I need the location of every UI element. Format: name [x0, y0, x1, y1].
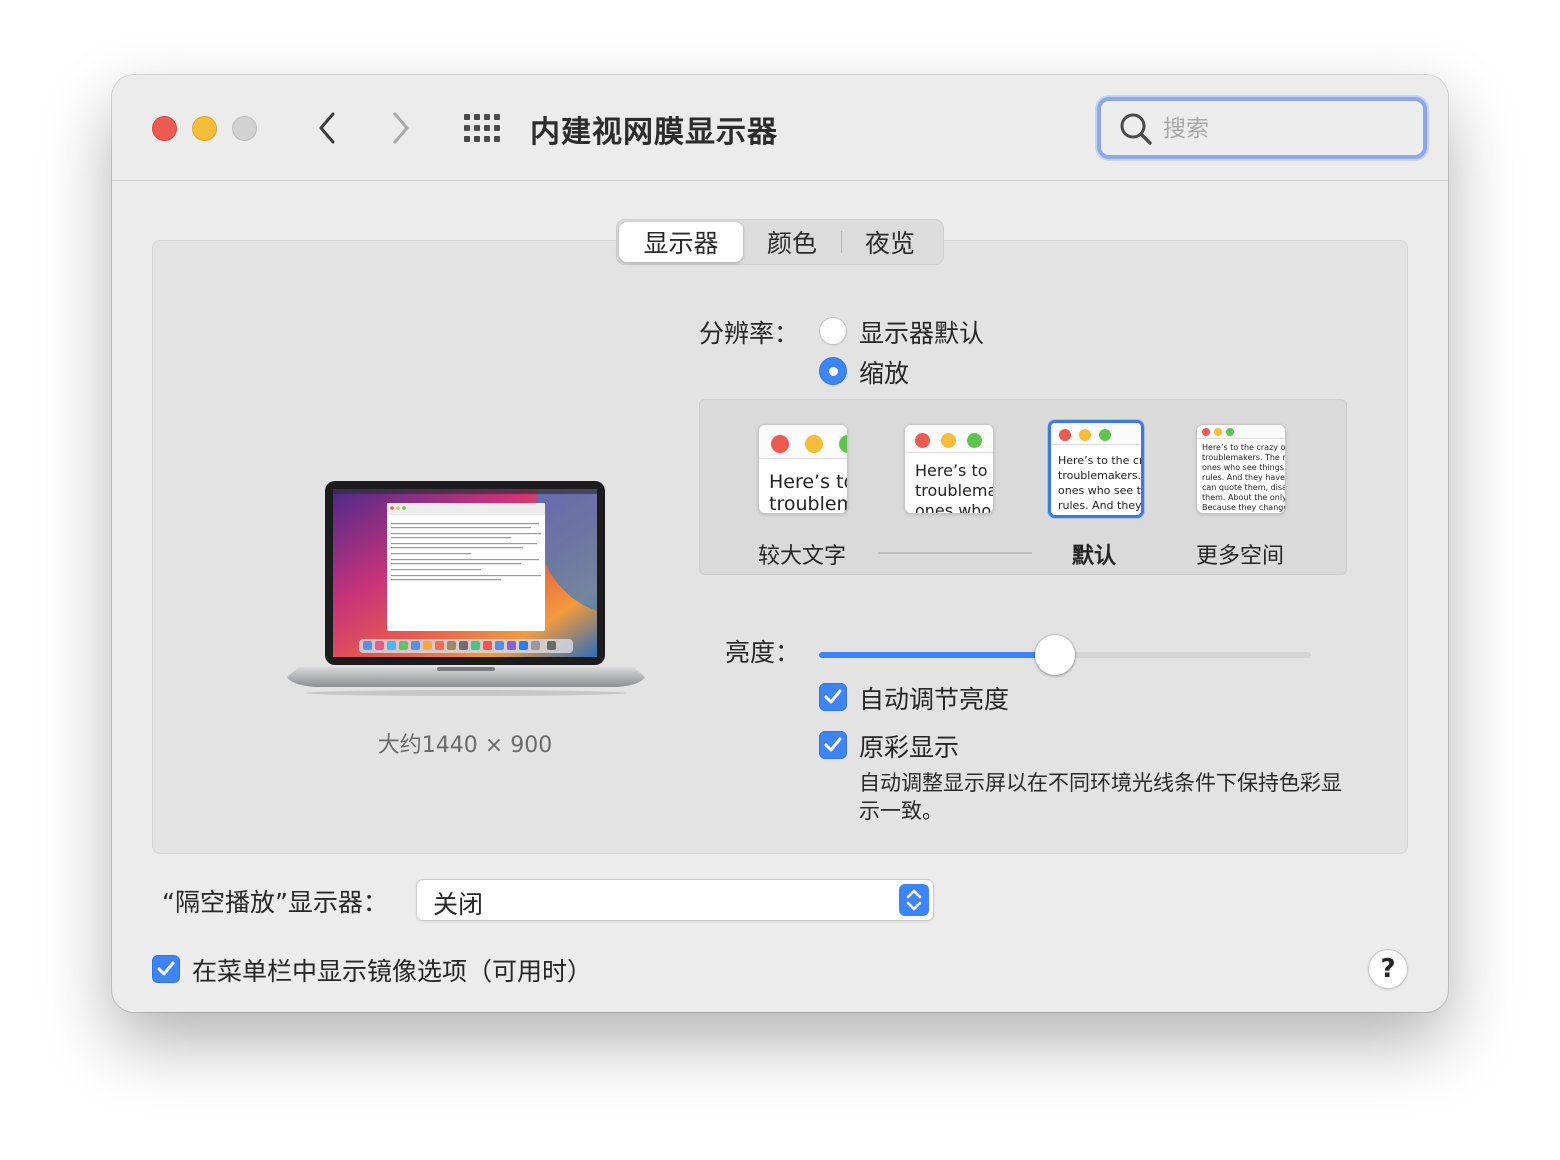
brightness-slider-knob[interactable]: [1035, 635, 1076, 675]
scale-option-default[interactable]: Here’s to the cr troublemakers. ones who…: [1048, 420, 1144, 518]
search-icon: [1120, 113, 1152, 145]
show-mirroring-label[interactable]: 在菜单栏中显示镜像选项（可用时）: [192, 952, 592, 988]
tab-color[interactable]: 颜色: [743, 220, 841, 264]
back-button[interactable]: [310, 109, 344, 147]
checkmark-icon: [157, 961, 175, 976]
scale-divider-line: [878, 552, 1032, 554]
tab-night-shift[interactable]: 夜览: [842, 220, 938, 264]
preview-line: rules. And they: [1058, 499, 1142, 512]
toolbar: 内建视网膜显示器: [112, 75, 1448, 181]
preview-line: ones who see things dif: [1202, 463, 1285, 472]
preview-line: rules. And they have no: [1202, 473, 1285, 482]
popup-stepper[interactable]: [899, 884, 929, 916]
resolution-default-label[interactable]: 显示器默认: [859, 314, 984, 350]
tab-bar: 显示器 颜色 夜览: [616, 219, 944, 265]
preferences-window: 内建视网膜显示器 搜索 大约1440 × 900 分辨率： 显示器默认 缩放 H…: [112, 75, 1448, 1012]
airplay-display-popup[interactable]: 关闭: [416, 879, 934, 921]
airplay-label: “隔空播放”显示器：: [162, 888, 388, 917]
preview-line: Here’s to the crazy one: [1202, 443, 1286, 452]
preview-line: them. About the only th: [1202, 493, 1286, 502]
scale-option-2[interactable]: Here’s to t troublema ones who: [904, 424, 994, 514]
brightness-slider[interactable]: [819, 635, 1311, 675]
help-button[interactable]: ?: [1368, 949, 1408, 989]
preview-line: Here’s to: [769, 471, 848, 493]
up-down-chevron-icon: [906, 889, 922, 911]
checkmark-icon: [824, 689, 842, 704]
search-field[interactable]: [1097, 97, 1427, 159]
auto-brightness-label[interactable]: 自动调节亮度: [859, 680, 1009, 716]
tab-display[interactable]: 显示器: [619, 222, 743, 262]
preview-line: ones who: [915, 501, 992, 514]
preview-line: troublemakers. The rou: [1202, 453, 1286, 462]
resolution-scaled-radio[interactable]: [819, 357, 847, 385]
scale-label-default: 默认: [1072, 544, 1117, 569]
approx-resolution: 大约1440 × 900: [377, 733, 553, 758]
preview-line: troublema: [915, 481, 994, 500]
brightness-slider-fill: [819, 652, 1056, 658]
chevron-left-icon: [319, 112, 335, 144]
preview-line: Here’s to the cr: [1058, 454, 1144, 467]
window-title: 内建视网膜显示器: [530, 115, 778, 150]
airplay-popup-value: 关闭: [433, 890, 484, 919]
preview-line: ones who see t: [1058, 484, 1141, 497]
scale-option-larger-text[interactable]: Here’s to troublem: [758, 424, 848, 514]
scale-label-larger-text: 较大文字: [758, 544, 847, 569]
resolution-default-radio[interactable]: [819, 317, 847, 345]
show-all-grid-button[interactable]: [464, 114, 502, 144]
brightness-label: 亮度：: [725, 638, 801, 667]
preview-line: Because they change th: [1202, 503, 1286, 512]
close-button[interactable]: [152, 116, 177, 141]
macbook-illustration: [287, 481, 645, 696]
scale-option-more-space[interactable]: Here’s to the crazy one troublemakers. T…: [1196, 424, 1286, 514]
search-input[interactable]: [1163, 111, 1403, 147]
auto-brightness-checkbox[interactable]: [819, 683, 847, 711]
preview-line: can quote them, disagre: [1202, 483, 1285, 492]
checkmark-icon: [824, 737, 842, 752]
resolution-scaled-label[interactable]: 缩放: [859, 354, 909, 390]
minimize-button[interactable]: [192, 116, 217, 141]
preview-line: Here’s to t: [915, 461, 994, 480]
show-mirroring-checkbox[interactable]: [152, 955, 180, 983]
display-settings-panel: 大约1440 × 900 分辨率： 显示器默认 缩放 Here’s to tro…: [152, 240, 1408, 854]
chevron-right-icon: [393, 112, 409, 144]
forward-button[interactable]: [384, 109, 418, 147]
preview-line: troublemakers.: [1058, 469, 1142, 482]
true-tone-label[interactable]: 原彩显示: [859, 728, 959, 764]
zoom-button[interactable]: [232, 116, 257, 141]
true-tone-checkbox[interactable]: [819, 731, 847, 759]
preview-line: troublem: [769, 493, 848, 514]
true-tone-description: 自动调整显示屏以在不同环境光线条件下保持色彩显示一致。: [859, 771, 1342, 823]
resolution-label: 分辨率：: [699, 319, 800, 348]
scaled-resolution-picker: Here’s to troublem Here’s to t troublema…: [699, 399, 1347, 575]
scale-label-more-space: 更多空间: [1196, 544, 1285, 569]
